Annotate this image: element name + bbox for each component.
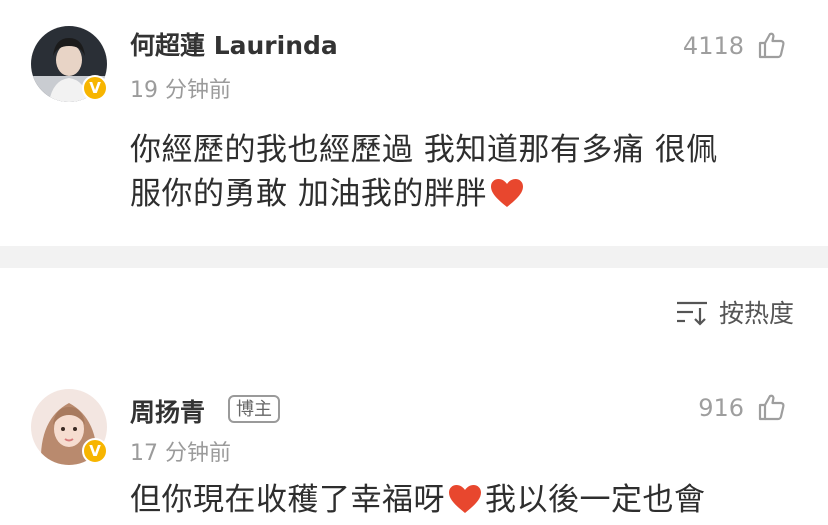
comment-timestamp: 17 分钟前 <box>130 441 231 466</box>
comment-text-line: 服你的勇敢 加油我的胖胖 <box>130 172 810 216</box>
username[interactable]: 周扬青 <box>130 393 205 429</box>
sort-label: 按热度 <box>718 299 794 328</box>
comment-text-segment: 但你現在收穫了幸福呀 <box>130 482 445 518</box>
verified-badge-icon: V <box>82 438 108 464</box>
comment-item: V 何超蓮 Laurinda 19 分钟前 4118 你經歷的我也經歷過 我知道… <box>0 0 828 246</box>
like-count: 916 <box>698 394 744 422</box>
sort-icon <box>676 301 707 326</box>
heart-emoji-icon <box>490 179 523 207</box>
blogger-badge: 博主 <box>228 395 280 423</box>
comment-item: V 周扬青 博主 17 分钟前 916 但你現在收穫了幸福呀 我以後一定也會 <box>0 340 828 525</box>
comment-text-line: 但你現在收穫了幸福呀 我以後一定也會 <box>130 478 810 522</box>
thumbs-up-icon[interactable] <box>756 30 786 60</box>
heart-emoji-icon <box>449 485 481 513</box>
comment-text-segment: 服你的勇敢 加油我的胖胖 <box>130 176 487 212</box>
thumbs-up-icon[interactable] <box>756 392 786 422</box>
sort-bar: 按热度 <box>0 268 828 340</box>
comment-text: 你經歷的我也經歷過 我知道那有多痛 很佩 服你的勇敢 加油我的胖胖 <box>130 128 810 216</box>
section-divider <box>0 246 828 268</box>
comment-text-line: 你經歷的我也經歷過 我知道那有多痛 很佩 <box>130 132 718 168</box>
verified-badge-icon: V <box>82 75 108 101</box>
sort-by-heat-button[interactable]: 按热度 <box>675 294 794 330</box>
like-count: 4118 <box>682 32 744 60</box>
comment-timestamp: 19 分钟前 <box>130 78 231 103</box>
comment-text: 但你現在收穫了幸福呀 我以後一定也會 <box>130 478 810 522</box>
username[interactable]: 何超蓮 Laurinda <box>130 26 338 62</box>
comment-text-segment: 我以後一定也會 <box>485 482 706 518</box>
